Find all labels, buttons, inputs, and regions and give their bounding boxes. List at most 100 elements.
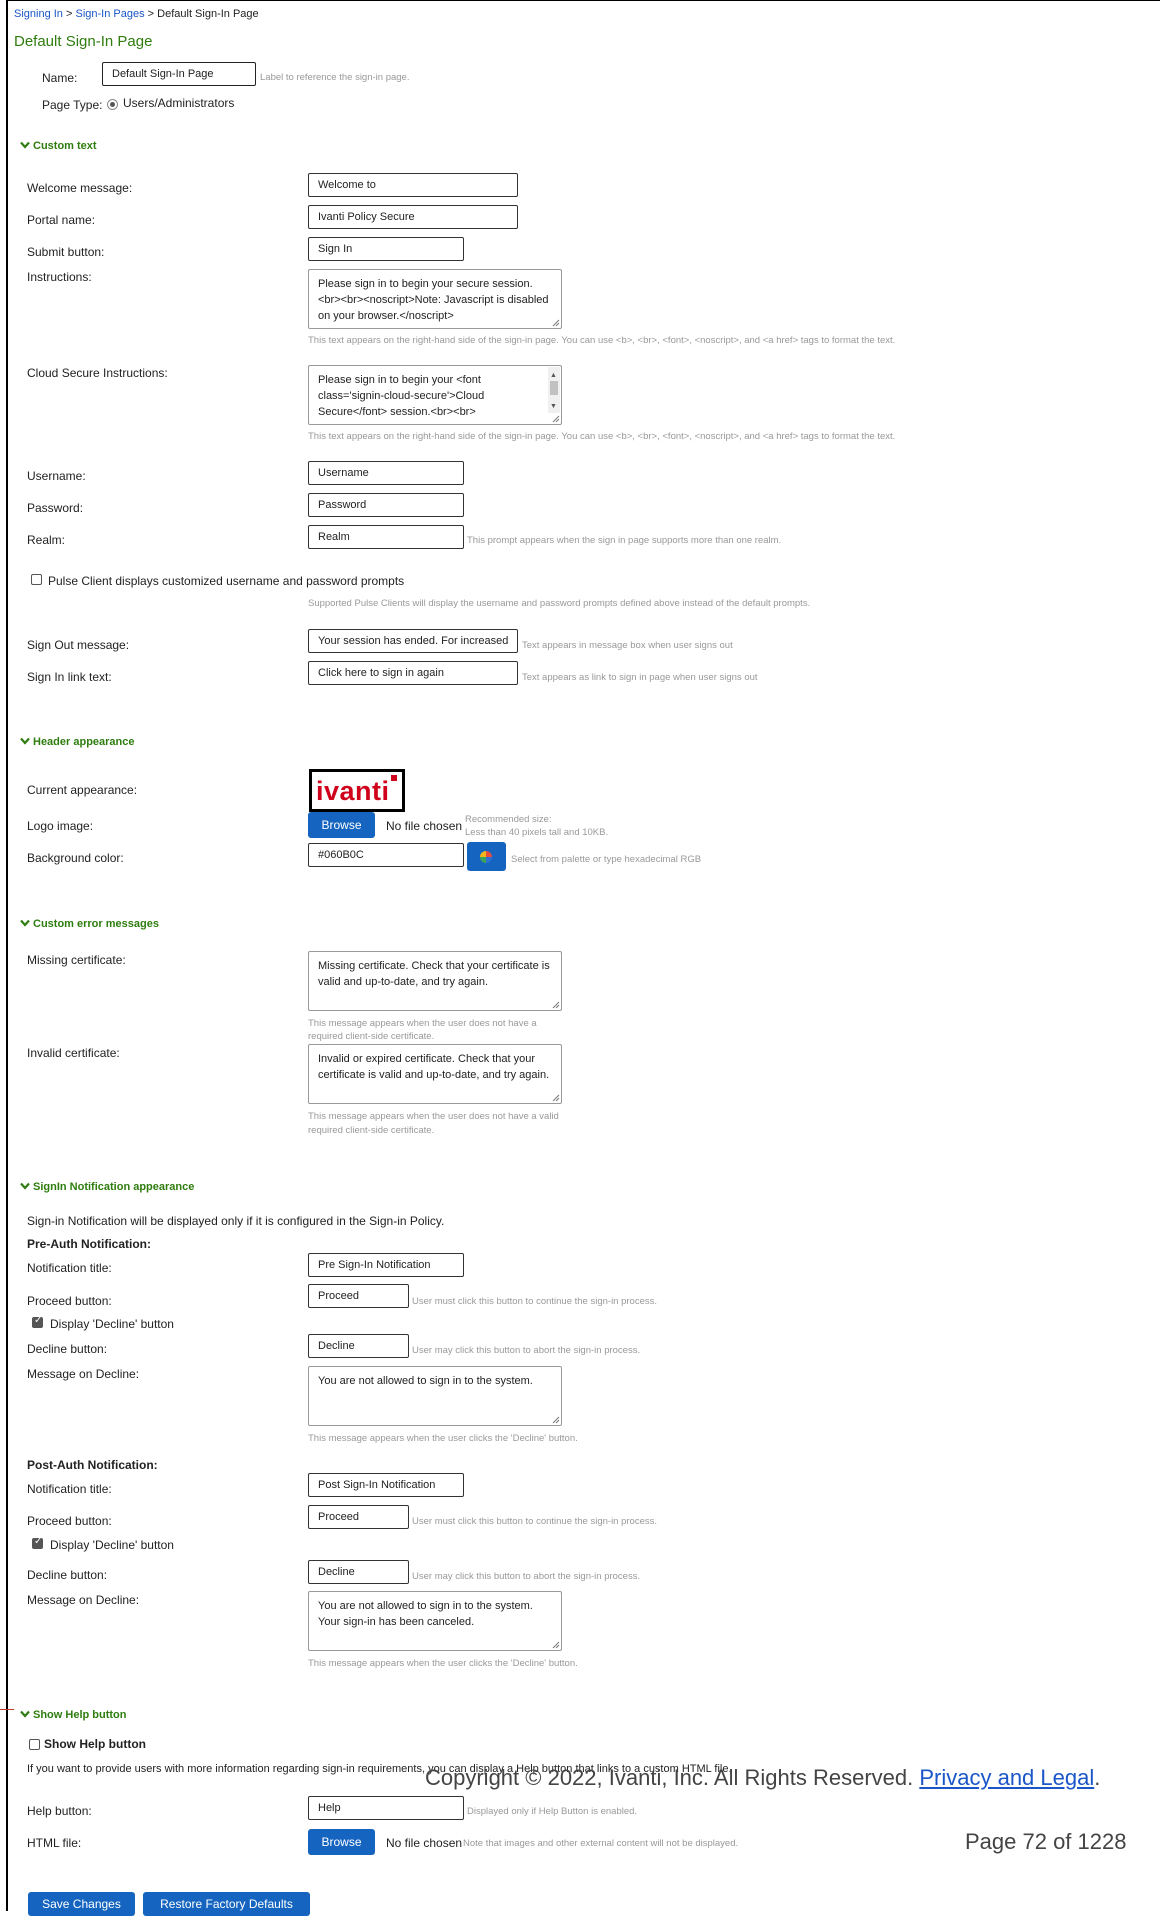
logo-browse-button[interactable]: Browse xyxy=(308,812,375,838)
notification-intro: Sign-in Notification will be displayed o… xyxy=(27,1214,445,1228)
missing-cert-help-1: This message appears when the user does … xyxy=(308,1018,537,1029)
chevron-down-icon xyxy=(20,919,30,927)
textarea-line: certificate is valid and up-to-date, and… xyxy=(318,1069,550,1081)
page-title: Default Sign-In Page xyxy=(14,33,153,50)
welcome-input[interactable]: Welcome to xyxy=(308,173,518,197)
pulse-label: Pulse Client displays customized usernam… xyxy=(48,574,405,588)
page-type-label: Page Type: xyxy=(42,98,103,112)
textarea-line: You are not allowed to sign in to the sy… xyxy=(318,1600,533,1612)
name-label: Name: xyxy=(42,71,78,85)
signin-link-label: Sign In link text: xyxy=(27,670,112,684)
html-no-file: No file chosen xyxy=(386,1836,463,1850)
save-changes-button[interactable]: Save Changes xyxy=(28,1892,135,1916)
html-file-label: HTML file: xyxy=(27,1836,82,1850)
current-logo: ivanti xyxy=(309,769,405,812)
chevron-down-icon xyxy=(20,141,30,149)
chevron-down-icon xyxy=(20,1710,30,1718)
page-type-radio[interactable] xyxy=(107,99,118,110)
post-msg-decline-label: Message on Decline: xyxy=(27,1593,140,1607)
breadcrumb-signin-pages[interactable]: Sign-In Pages xyxy=(75,8,144,20)
bg-color-help: Select from palette or type hexadecimal … xyxy=(511,854,702,865)
scroll-thumb[interactable] xyxy=(550,381,558,395)
section-custom-error-messages[interactable]: Custom error messages xyxy=(20,918,159,930)
submit-label: Submit button: xyxy=(27,245,105,259)
welcome-label: Welcome message: xyxy=(27,181,133,195)
page-frame xyxy=(6,0,1160,1911)
invalid-cert-help-1: This message appears when the user does … xyxy=(308,1111,559,1122)
post-msg-decline-textarea[interactable]: You are not allowed to sign in to the sy… xyxy=(308,1591,562,1651)
resize-grip-icon[interactable] xyxy=(551,1415,560,1424)
post-display-decline-label: Display 'Decline' button xyxy=(50,1538,174,1552)
section-custom-text[interactable]: Custom text xyxy=(20,140,97,152)
post-msg-decline-help: This message appears when the user click… xyxy=(308,1658,578,1669)
textarea-line: Your sign-in has been canceled. xyxy=(318,1616,475,1628)
breadcrumb: Signing In > Sign-In Pages > Default Sig… xyxy=(14,8,259,20)
portal-label: Portal name: xyxy=(27,213,96,227)
resize-grip-icon[interactable] xyxy=(551,1000,560,1009)
pre-proceed-input[interactable]: Proceed xyxy=(308,1284,409,1308)
chevron-down-icon xyxy=(20,1182,30,1190)
portal-input[interactable]: Ivanti Policy Secure xyxy=(308,205,518,229)
palette-icon xyxy=(480,851,492,863)
instructions-help: This text appears on the right-hand side… xyxy=(308,335,896,346)
html-browse-button[interactable]: Browse xyxy=(308,1829,375,1855)
textarea-scrollbar[interactable]: ▲ ▼ xyxy=(548,367,560,413)
username-input[interactable]: Username xyxy=(308,461,464,485)
breadcrumb-signing-in[interactable]: Signing In xyxy=(14,8,63,20)
show-help-checkbox[interactable] xyxy=(29,1739,40,1750)
show-help-label: Show Help button xyxy=(44,1737,146,1751)
section-signin-notification[interactable]: SignIn Notification appearance xyxy=(20,1181,194,1193)
post-decline-label: Decline button: xyxy=(27,1568,108,1582)
pre-proceed-label: Proceed button: xyxy=(27,1294,112,1308)
post-notification-title-input[interactable]: Post Sign-In Notification xyxy=(308,1473,464,1497)
password-label: Password: xyxy=(27,501,84,515)
textarea-line: Please sign in to begin your secure sess… xyxy=(318,278,533,290)
instructions-textarea[interactable]: Please sign in to begin your secure sess… xyxy=(308,269,562,329)
page-number: Page 72 of 1228 xyxy=(965,1829,1127,1854)
submit-input[interactable]: Sign In xyxy=(308,237,464,261)
current-appearance-label: Current appearance: xyxy=(27,783,138,797)
section-show-help-button[interactable]: Show Help button xyxy=(20,1709,126,1721)
scroll-down-icon[interactable]: ▼ xyxy=(550,399,557,415)
section-title: Header appearance xyxy=(33,736,135,748)
pre-display-decline-checkbox[interactable] xyxy=(32,1315,43,1328)
resize-grip-icon[interactable] xyxy=(551,318,560,327)
missing-cert-textarea[interactable]: Missing certificate. Check that your cer… xyxy=(308,951,562,1011)
pulse-checkbox[interactable] xyxy=(31,574,42,585)
post-decline-input[interactable]: Decline xyxy=(308,1560,409,1584)
pre-msg-decline-textarea[interactable]: You are not allowed to sign in to the sy… xyxy=(308,1366,562,1426)
privacy-legal-link[interactable]: Privacy and Legal xyxy=(919,1765,1094,1790)
post-proceed-input[interactable]: Proceed xyxy=(308,1505,409,1529)
signin-link-input[interactable]: Click here to sign in again xyxy=(308,661,518,685)
textarea-line: on your browser.</noscript> xyxy=(318,310,454,322)
post-display-decline-checkbox[interactable] xyxy=(32,1536,43,1549)
name-input[interactable]: Default Sign-In Page xyxy=(102,62,256,86)
bg-color-input[interactable]: #060B0C xyxy=(308,843,464,867)
resize-grip-icon[interactable] xyxy=(551,414,560,423)
section-header-appearance[interactable]: Header appearance xyxy=(20,736,135,748)
realm-input[interactable]: Realm xyxy=(308,525,464,549)
color-palette-button[interactable] xyxy=(467,842,506,871)
name-help: Label to reference the sign-in page. xyxy=(260,72,410,83)
margin-marker xyxy=(0,1709,14,1710)
signout-label: Sign Out message: xyxy=(27,638,130,652)
cloud-help: This text appears on the right-hand side… xyxy=(308,431,896,442)
logo-image-label: Logo image: xyxy=(27,819,94,833)
resize-grip-icon[interactable] xyxy=(551,1640,560,1649)
password-input[interactable]: Password xyxy=(308,493,464,517)
textarea-line: class='signin-cloud-secure'>Cloud xyxy=(318,390,485,402)
cloud-textarea[interactable]: Please sign in to begin your <font class… xyxy=(308,365,562,425)
textarea-line: <br><br><noscript>Note: Javascript is di… xyxy=(318,294,549,306)
pre-notification-title-input[interactable]: Pre Sign-In Notification xyxy=(308,1253,464,1277)
restore-defaults-button[interactable]: Restore Factory Defaults xyxy=(143,1892,310,1916)
resize-grip-icon[interactable] xyxy=(551,1093,560,1102)
realm-help: This prompt appears when the sign in pag… xyxy=(467,535,782,546)
help-button-input[interactable]: Help xyxy=(308,1796,464,1820)
missing-cert-help-2: required client-side certificate. xyxy=(308,1031,435,1042)
pre-decline-input[interactable]: Decline xyxy=(308,1334,409,1358)
signout-input[interactable]: Your session has ended. For increased xyxy=(308,629,518,653)
help-button-label: Help button: xyxy=(27,1804,92,1818)
invalid-cert-textarea[interactable]: Invalid or expired certificate. Check th… xyxy=(308,1044,562,1104)
ivanti-logo-text: ivanti xyxy=(316,776,390,806)
pre-msg-decline-label: Message on Decline: xyxy=(27,1367,140,1381)
